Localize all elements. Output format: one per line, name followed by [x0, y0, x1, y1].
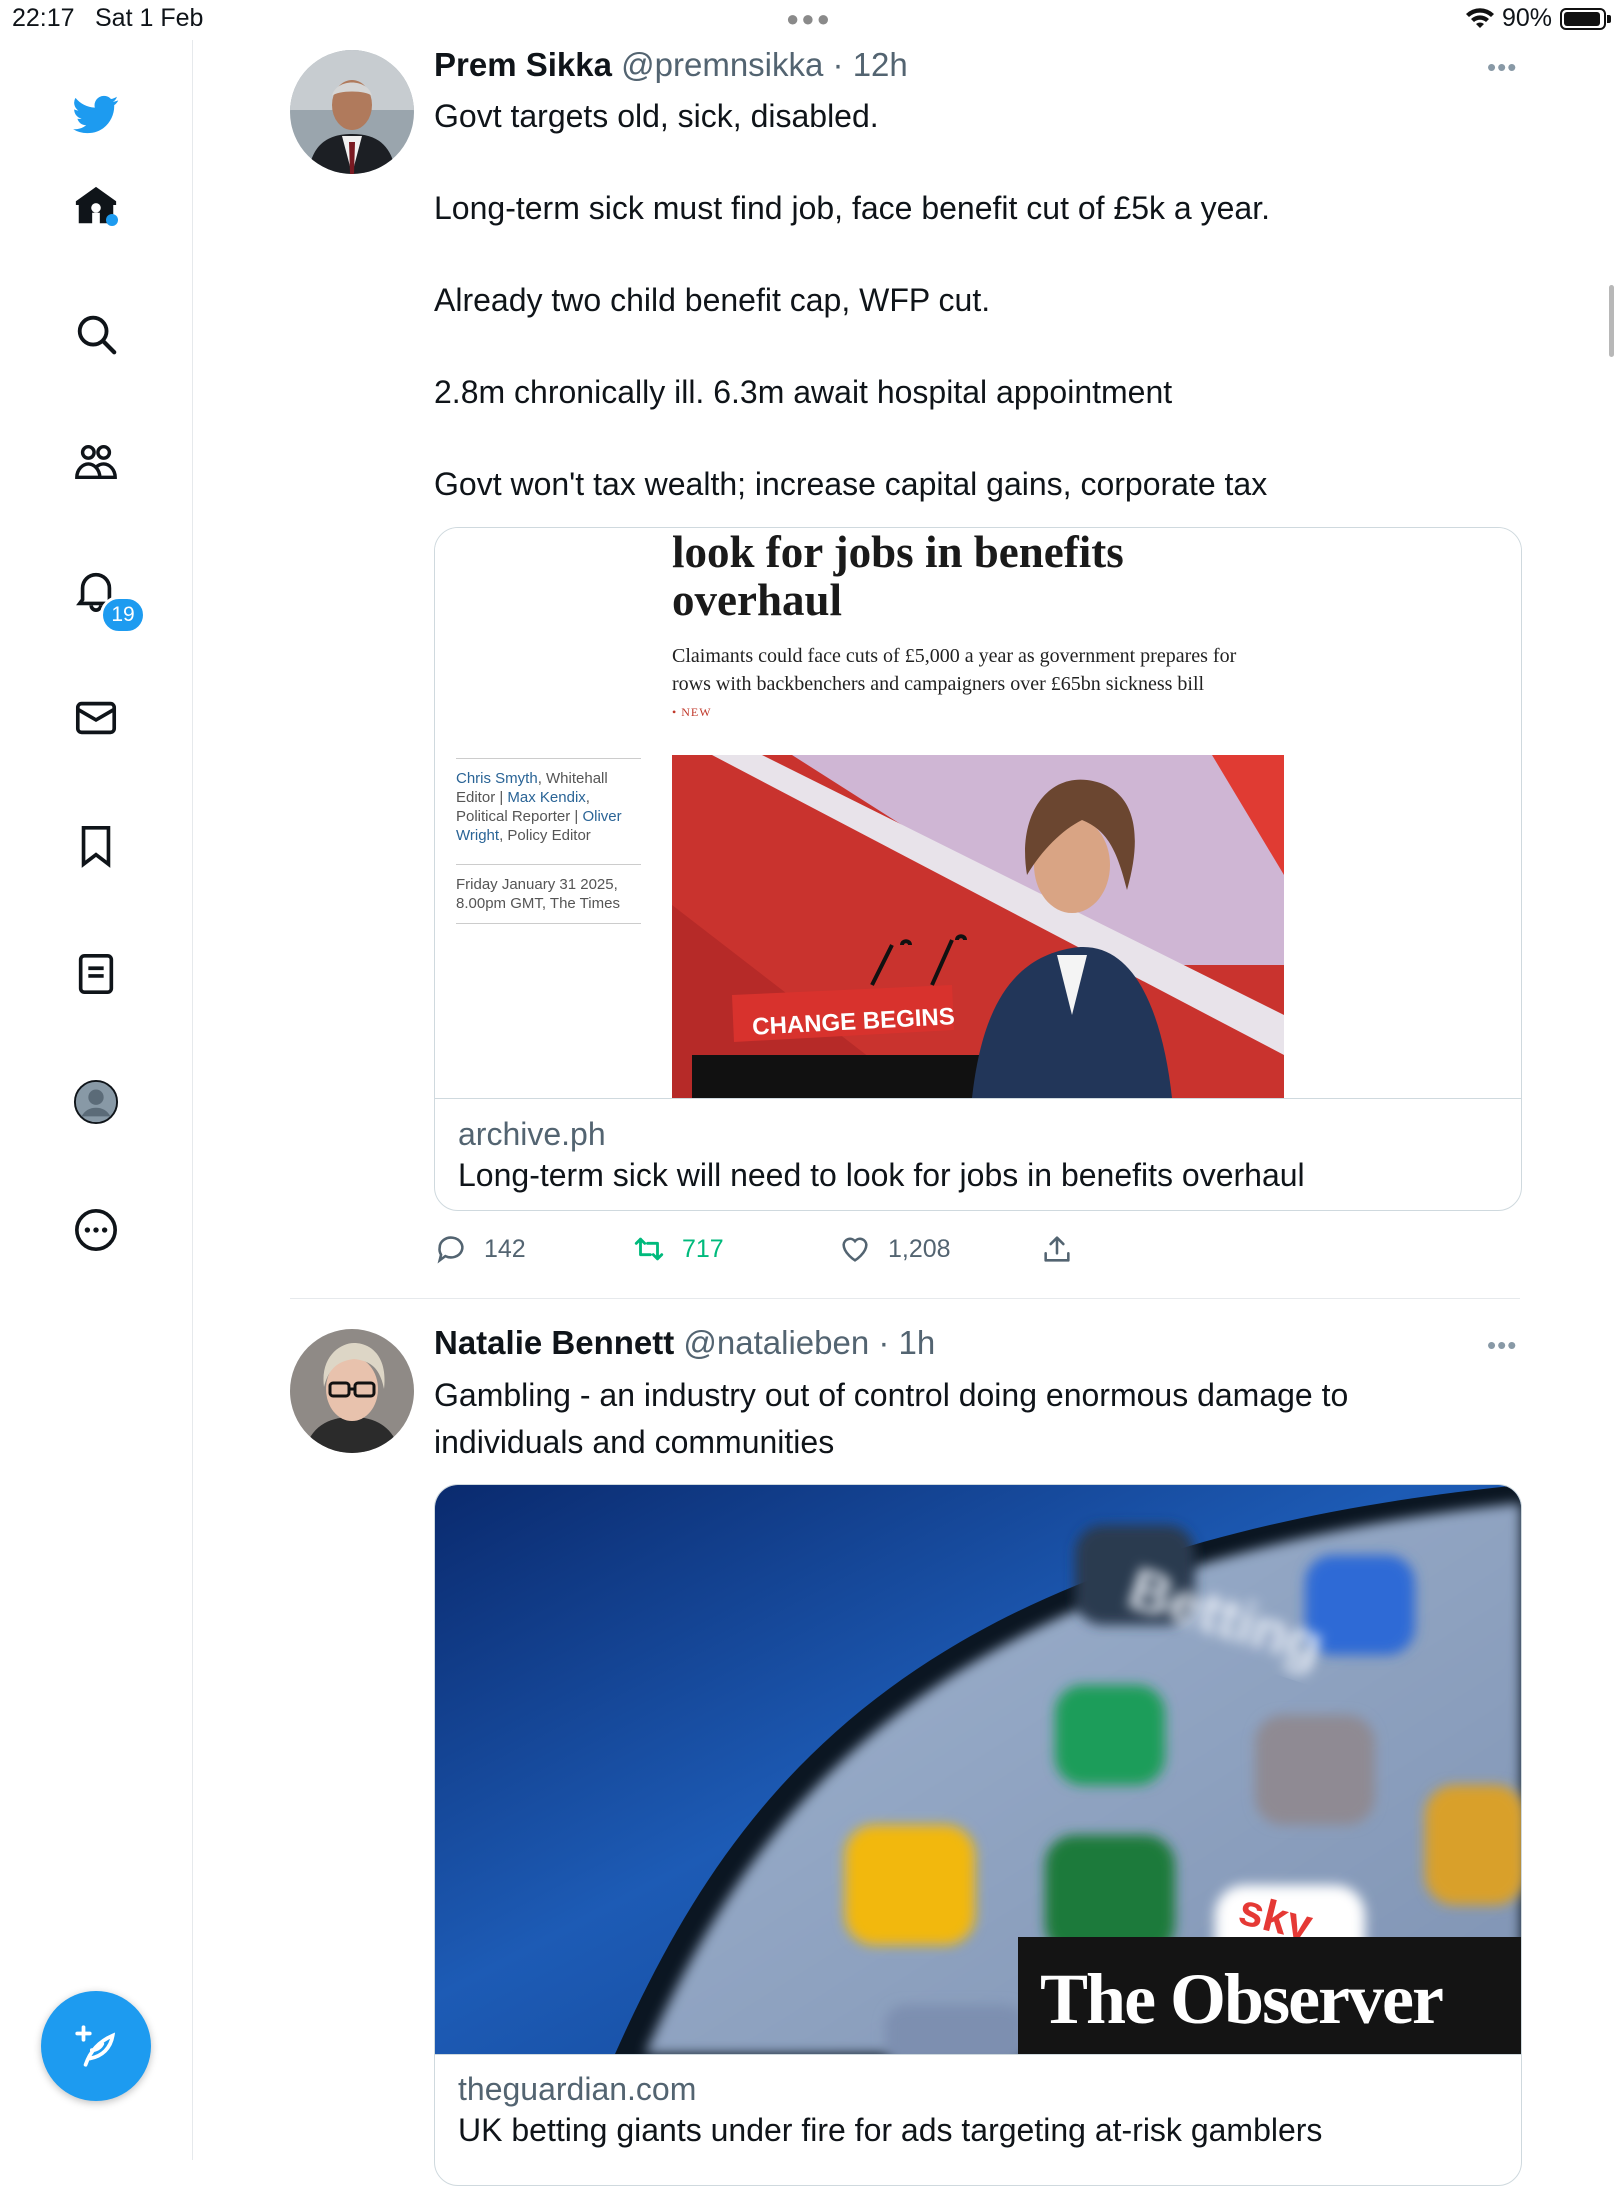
article-new-tag: • NEW [672, 705, 712, 719]
twitter-logo-icon[interactable] [70, 88, 122, 140]
tweet-text: Govt targets old, sick, disabled. Long-t… [434, 98, 1270, 502]
card-domain: theguardian.com [458, 2071, 697, 2107]
link-card[interactable]: Betting sky The Observer theguardian.com… [434, 1484, 1522, 2186]
article-photo: CHANGE BEGINS [672, 755, 1284, 1098]
card-domain: archive.ph [458, 1116, 606, 1152]
battery-percent: 90% [1501, 4, 1552, 32]
byline-author: Max Kendix [507, 789, 586, 806]
home-unread-dot [106, 214, 118, 226]
bookmarks-icon[interactable] [70, 820, 122, 872]
article-preview-image: look for jobs in benefits overhaul Claim… [435, 528, 1521, 1098]
battery-icon [1560, 7, 1611, 30]
share-icon [1044, 1236, 1070, 1262]
communities-icon[interactable] [70, 436, 122, 488]
retweet-count: 717 [682, 1234, 724, 1263]
status-right: 90% [1465, 4, 1611, 33]
byline-role: , Policy Editor [499, 827, 591, 844]
avatar-natalie-bennett[interactable] [290, 1329, 414, 1453]
notifications-badge: 19 [100, 596, 146, 634]
article-headline: look for jobs in benefits overhaul [672, 527, 1124, 625]
tweet-time[interactable]: · 12h [833, 46, 908, 83]
like-count: 1,208 [888, 1234, 951, 1263]
like-button[interactable]: 1,208 [838, 1232, 951, 1266]
retweet-icon [634, 1237, 664, 1261]
tweet-more-icon[interactable]: ••• [1487, 1330, 1517, 1361]
compose-tweet-button[interactable] [41, 1991, 151, 2101]
author-handle[interactable]: @natalieben [683, 1324, 869, 1361]
tweet-time[interactable]: · 1h [878, 1324, 935, 1361]
author-handle[interactable]: @premnsikka [621, 46, 823, 83]
card-meta: archive.ph Long-term sick will need to l… [458, 1116, 1305, 1194]
card-title: Long-term sick will need to look for job… [458, 1157, 1305, 1193]
status-time: 22:17 [12, 4, 75, 32]
reply-button[interactable]: 142 [434, 1232, 526, 1266]
scrollbar[interactable] [1609, 285, 1614, 357]
share-button[interactable] [1040, 1232, 1074, 1266]
author-name[interactable]: Prem Sikka [434, 46, 612, 83]
retweet-button[interactable]: 717 [632, 1232, 724, 1266]
heart-icon [842, 1237, 868, 1262]
tweet-more-icon[interactable]: ••• [1487, 52, 1517, 83]
card-meta: theguardian.com UK betting giants under … [458, 2071, 1322, 2149]
tweet-header: Natalie Bennett @natalieben · 1h [434, 1324, 935, 1362]
article-standfirst: Claimants could face cuts of £5,000 a ye… [672, 645, 1237, 695]
status-date: Sat 1 Feb [95, 4, 204, 32]
more-icon[interactable] [70, 1204, 122, 1256]
article-byline: Chris Smyth, Whitehall Editor | Max Kend… [456, 758, 641, 845]
observer-masthead: The Observer [1040, 1959, 1443, 2039]
search-icon[interactable] [70, 308, 122, 360]
byline-author: Chris Smyth [456, 770, 538, 787]
link-card[interactable]: look for jobs in benefits overhaul Claim… [434, 527, 1522, 1211]
card-title: UK betting giants under fire for ads tar… [458, 2112, 1323, 2148]
lists-icon[interactable] [70, 948, 122, 1000]
tweet-header: Prem Sikka @premnsikka · 12h [434, 46, 908, 84]
article-dateline: Friday January 31 2025, 8.00pm GMT, The … [456, 864, 641, 924]
sidebar: 19 [0, 40, 193, 2160]
tweet-text: Gambling - an industry out of control do… [434, 1377, 1349, 1460]
reply-count: 142 [484, 1234, 526, 1263]
reply-icon [437, 1236, 464, 1264]
compose-feather-icon [75, 2025, 116, 2067]
multitasking-dots-icon[interactable]: ●●● [786, 6, 832, 32]
messages-icon[interactable] [70, 692, 122, 744]
article-preview-image: Betting sky The Observer [435, 1485, 1521, 2054]
author-name[interactable]: Natalie Bennett [434, 1324, 674, 1361]
tweet-divider [290, 1298, 1520, 1299]
wifi-icon [1465, 7, 1494, 28]
avatar-prem-sikka[interactable] [290, 50, 414, 174]
profile-icon[interactable] [70, 1076, 122, 1128]
